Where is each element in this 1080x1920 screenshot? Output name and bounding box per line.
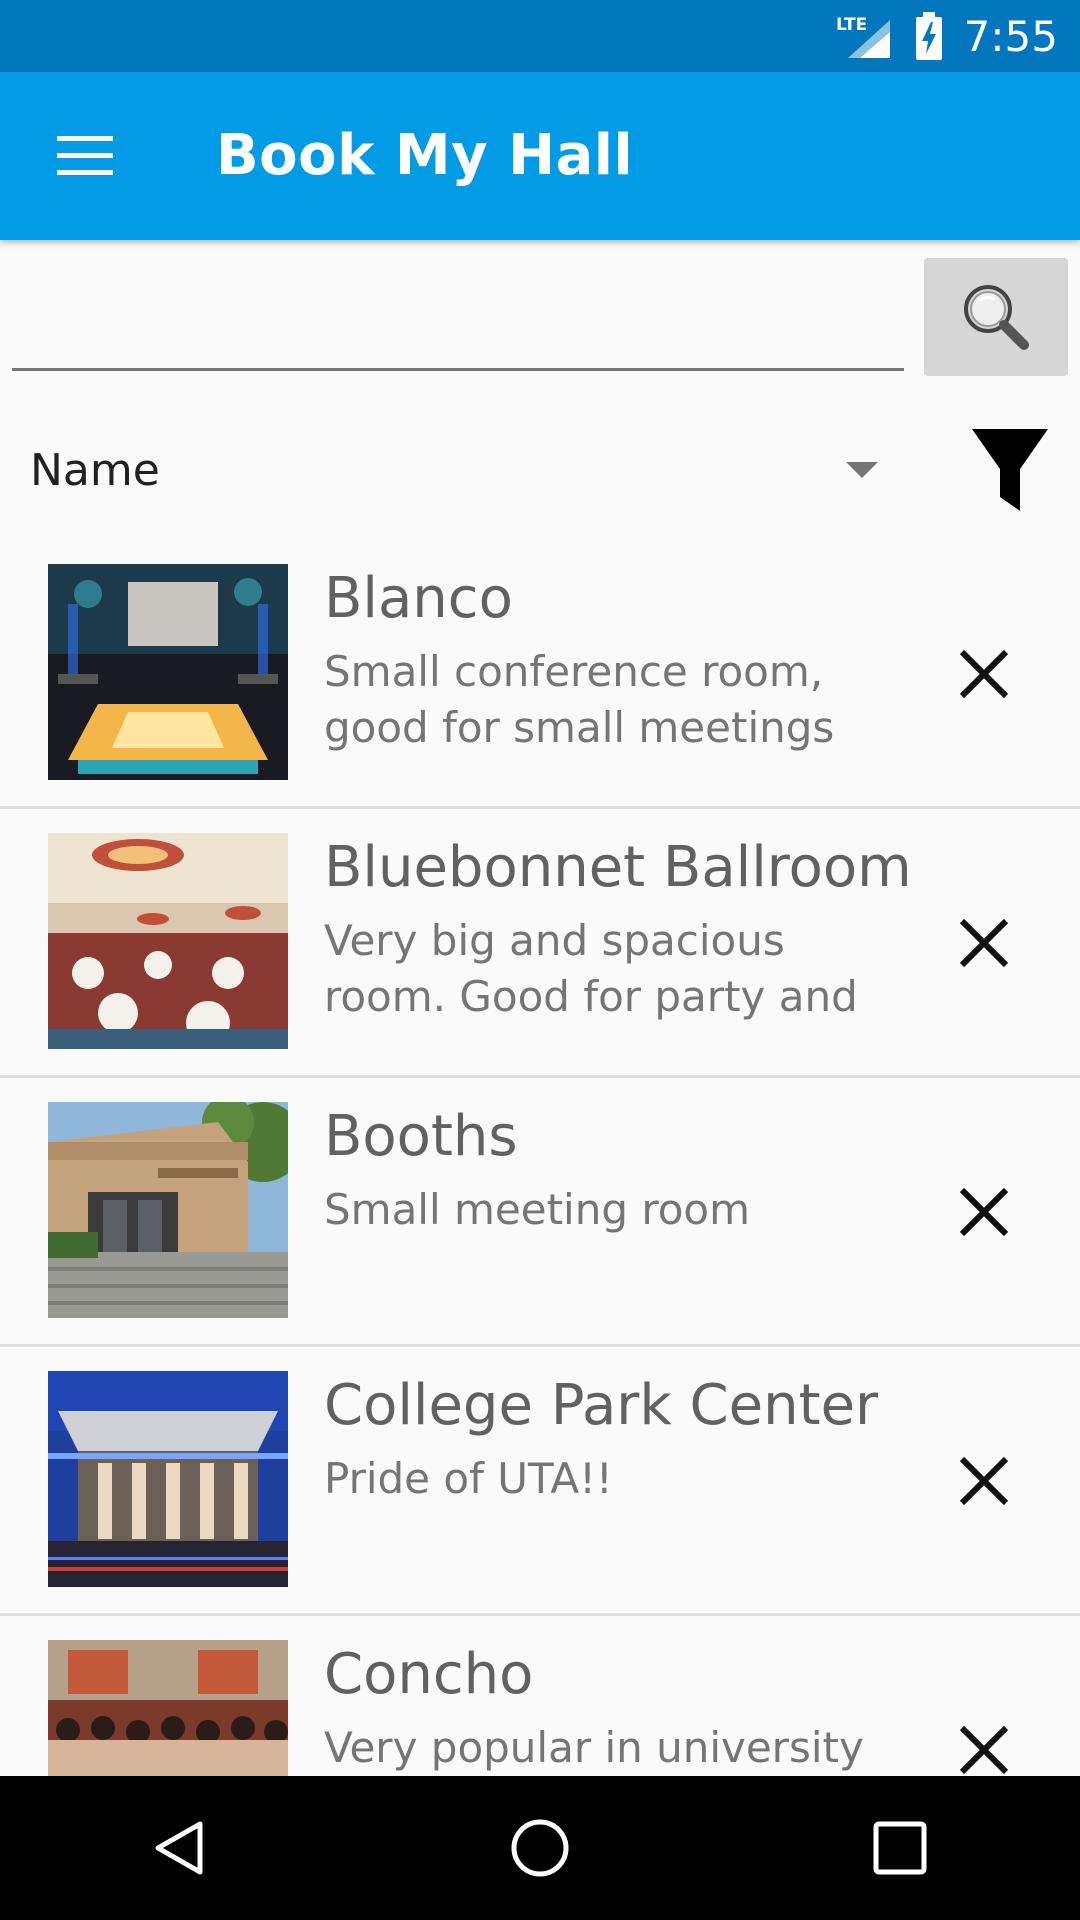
dropdown-arrow-icon — [846, 462, 878, 478]
back-icon — [155, 1821, 203, 1875]
search-button[interactable] — [924, 258, 1068, 376]
ballroom-photo — [48, 833, 288, 1049]
remove-button[interactable] — [944, 1710, 1024, 1776]
status-time: 7:55 — [963, 11, 1058, 61]
hall-description: Small conference room, good for small me… — [324, 647, 835, 752]
conference-room-photo — [48, 564, 288, 780]
navigation-bar — [0, 1776, 1080, 1920]
hall-name: Booths — [324, 1104, 518, 1169]
arena-night-photo — [48, 1371, 288, 1587]
list-item[interactable]: Booths Small meeting room — [0, 1078, 1080, 1347]
hall-description: Very popular in university — [324, 1723, 864, 1772]
hall-thumbnail — [48, 1102, 288, 1318]
close-icon — [959, 1456, 1009, 1506]
recents-button[interactable] — [840, 1788, 960, 1908]
hall-description: Very big and spacious room. Good for par… — [324, 916, 858, 1021]
hamburger-menu-icon — [57, 136, 113, 175]
app-bar: Book My Hall — [0, 72, 1080, 240]
hall-name: Bluebonnet Ballroom — [324, 835, 912, 900]
hall-info: Bluebonnet Ballroom Very big and spaciou… — [324, 831, 912, 1025]
hall-description: Pride of UTA!! — [324, 1454, 613, 1503]
hall-info: Booths Small meeting room — [324, 1100, 904, 1238]
hall-thumbnail — [48, 564, 288, 780]
hall-thumbnail — [48, 833, 288, 1049]
hall-name: College Park Center — [324, 1373, 879, 1438]
audience-photo — [48, 1640, 288, 1776]
remove-button[interactable] — [944, 634, 1024, 714]
building-entrance-photo — [48, 1102, 288, 1318]
lte-signal-icon: LTE — [836, 15, 890, 58]
hall-name: Concho — [324, 1642, 534, 1707]
back-button[interactable] — [120, 1788, 240, 1908]
search-row — [0, 240, 1080, 390]
search-icon — [964, 285, 1029, 350]
remove-button[interactable] — [944, 903, 1024, 983]
list-item[interactable]: Blanco Small conference room, good for s… — [0, 540, 1080, 809]
app-title: Book My Hall — [216, 123, 634, 188]
network-type: LTE — [836, 15, 867, 35]
hall-description: Small meeting room — [324, 1185, 751, 1234]
recents-icon — [873, 1821, 927, 1875]
menu-button[interactable] — [40, 116, 130, 196]
home-button[interactable] — [480, 1788, 600, 1908]
hall-info: College Park Center Pride of UTA!! — [324, 1369, 904, 1507]
remove-button[interactable] — [944, 1441, 1024, 1521]
status-bar: LTE 7:55 — [0, 0, 1080, 72]
remove-button[interactable] — [944, 1172, 1024, 1252]
list-item[interactable]: Concho Very popular in university — [0, 1616, 1080, 1776]
filter-icon — [972, 429, 1048, 511]
filter-button[interactable] — [960, 420, 1060, 520]
sort-row: Name — [0, 400, 1080, 540]
hall-name: Blanco — [324, 566, 513, 631]
hall-info: Blanco Small conference room, good for s… — [324, 562, 904, 756]
hall-list: Blanco Small conference room, good for s… — [0, 540, 1080, 1776]
hall-info: Concho Very popular in university — [324, 1638, 904, 1776]
status-icons: LTE 7:55 — [834, 0, 1058, 72]
battery-charging-icon — [915, 12, 942, 60]
list-item[interactable]: Bluebonnet Ballroom Very big and spaciou… — [0, 809, 1080, 1078]
close-icon — [959, 649, 1009, 699]
sort-dropdown[interactable]: Name — [30, 420, 890, 520]
sort-selected-value: Name — [30, 444, 160, 496]
close-icon — [959, 1187, 1009, 1237]
close-icon — [959, 918, 1009, 968]
search-input[interactable] — [12, 310, 904, 371]
list-item[interactable]: College Park Center Pride of UTA!! — [0, 1347, 1080, 1616]
home-icon — [511, 1819, 569, 1877]
hall-thumbnail — [48, 1640, 288, 1776]
hall-thumbnail — [48, 1371, 288, 1587]
close-icon — [959, 1725, 1009, 1775]
